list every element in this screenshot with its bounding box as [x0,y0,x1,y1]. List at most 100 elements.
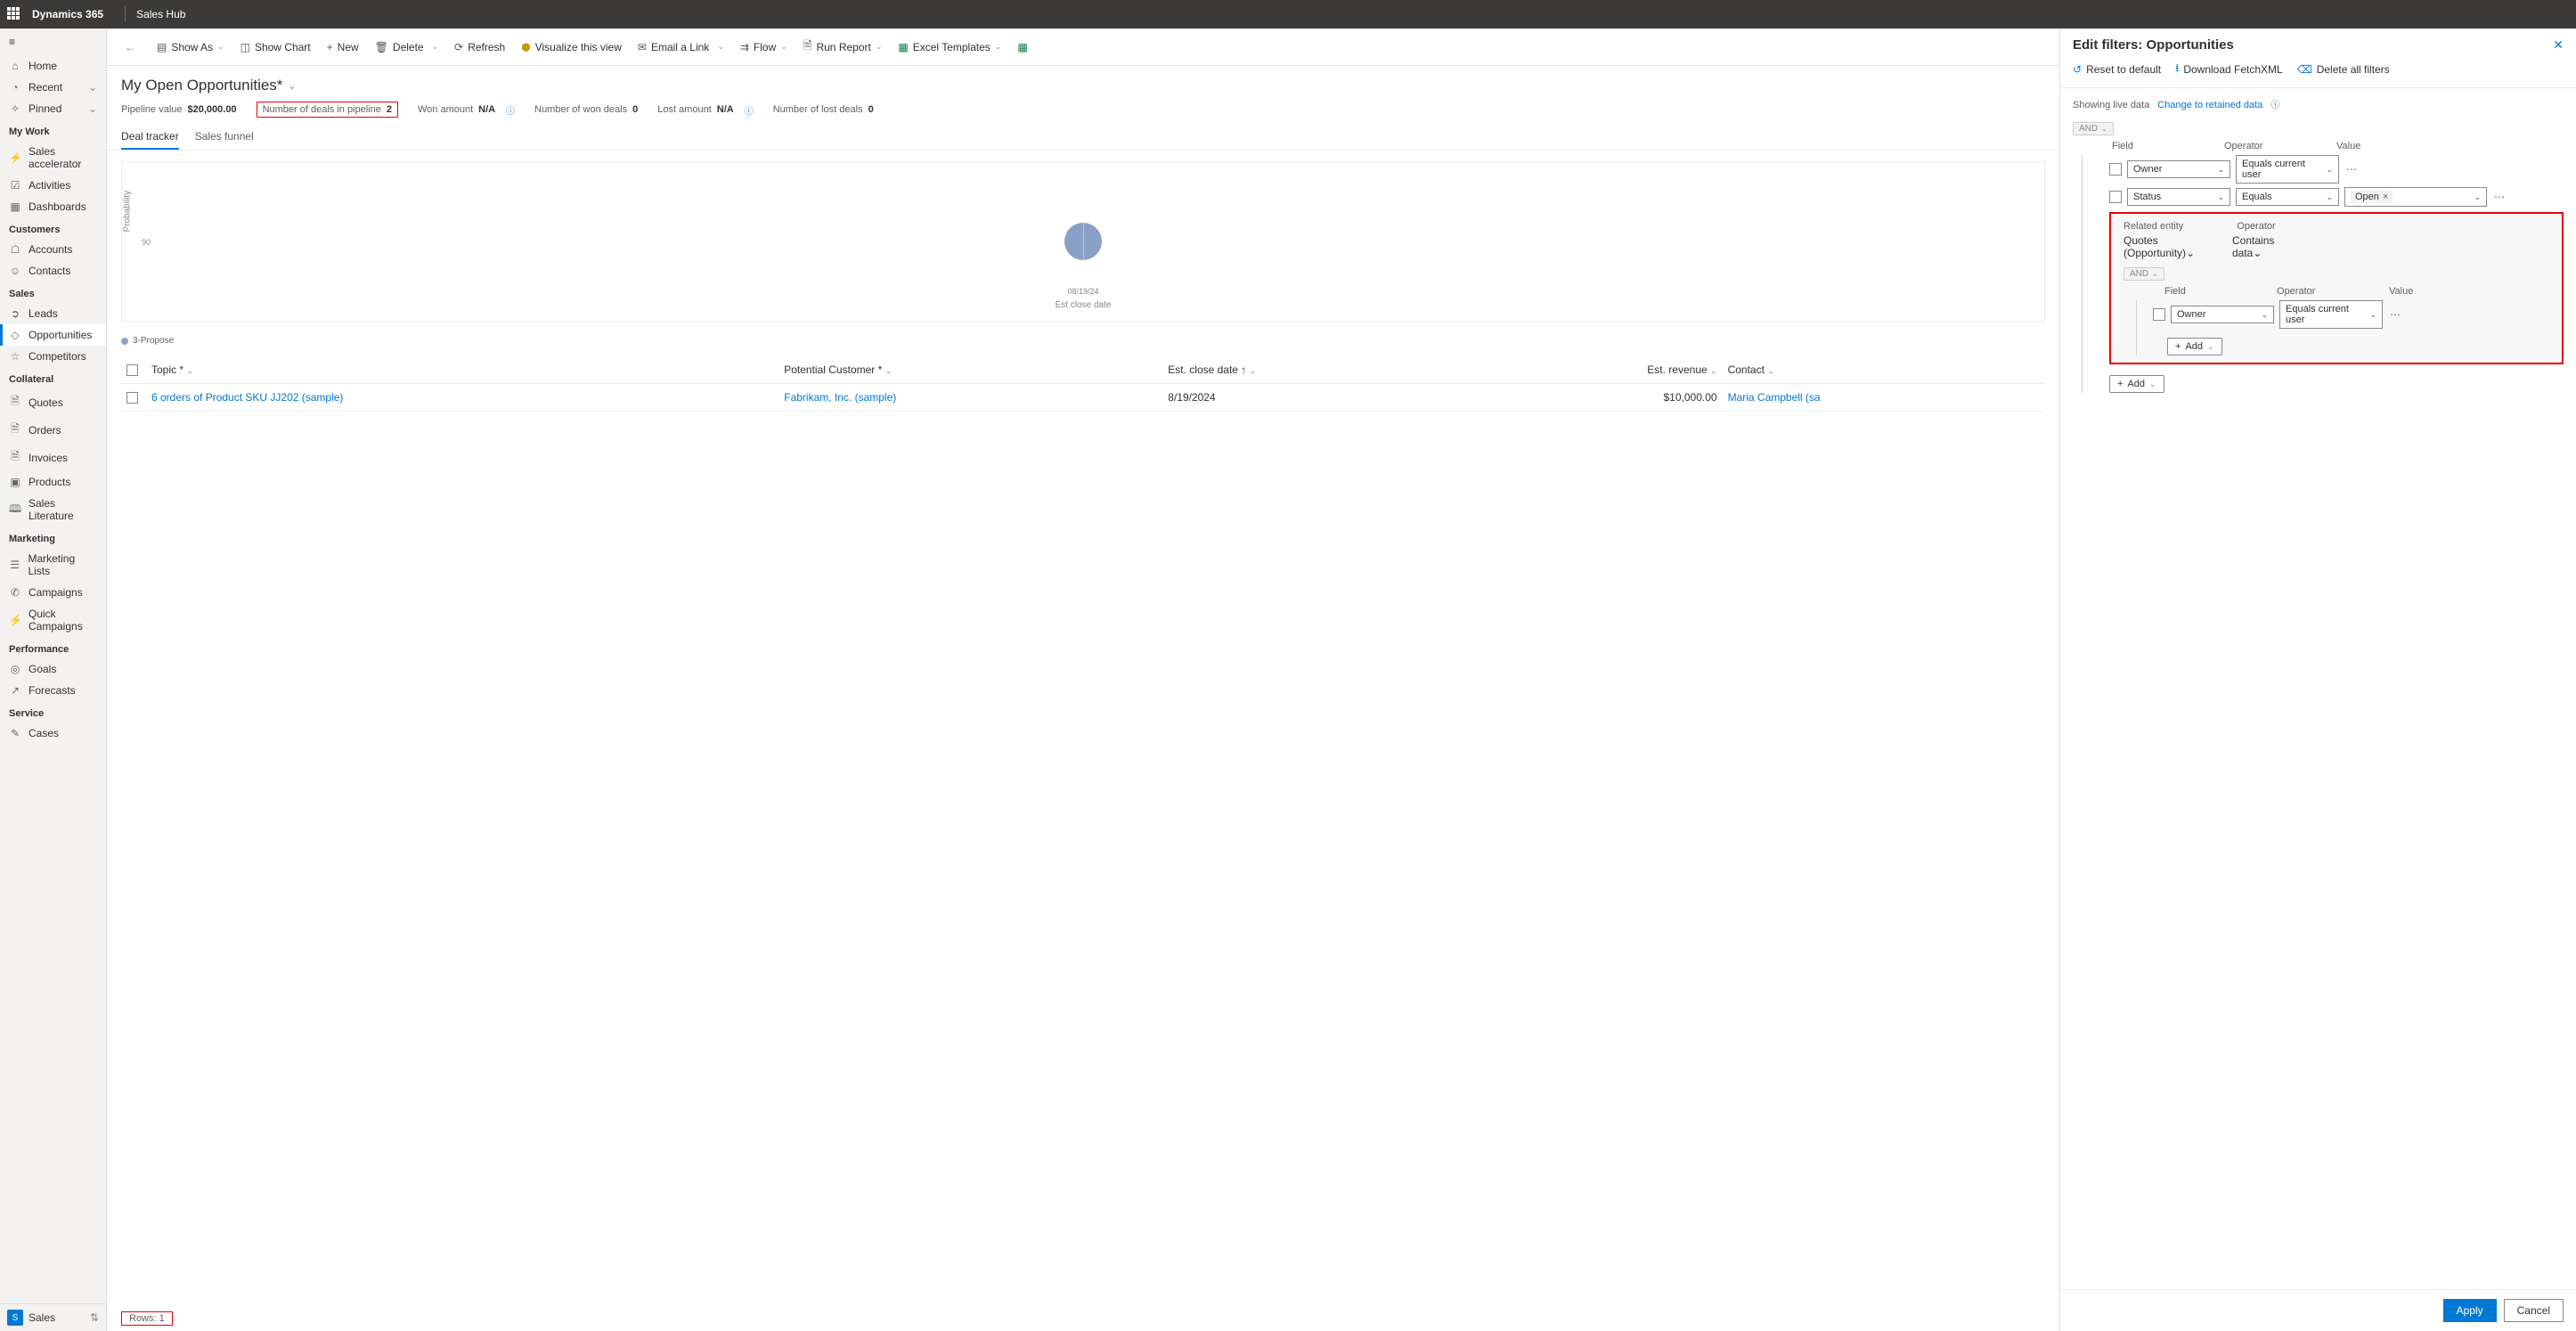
nav-dashboards[interactable]: ▦Dashboards [0,196,106,217]
operator-select[interactable]: Equals current user⌄ [2279,300,2383,329]
flow-icon: ⇉ [740,41,749,53]
operator-select[interactable]: Equals current user⌄ [2236,155,2339,184]
tab-deal-tracker[interactable]: Deal tracker [121,125,179,150]
col-est-revenue[interactable]: Est. revenue ⌄ [1471,356,1723,384]
change-to-retained-link[interactable]: Change to retained data [2157,100,2262,110]
nav-marketing-lists[interactable]: ☰Marketing Lists [0,548,106,582]
filter-checkbox[interactable] [2109,191,2122,203]
tab-sales-funnel[interactable]: Sales funnel [195,125,254,150]
info-icon[interactable]: ⓘ [506,103,515,117]
nav-recent[interactable]: ◔Recent⌄ [0,77,106,98]
chart-bubble[interactable] [1064,223,1102,260]
col-topic[interactable]: Topic * ⌄ [146,356,779,384]
metric-label: Number of lost deals [773,104,863,115]
link-topic[interactable]: 6 orders of Product SKU JJ202 (sample) [151,391,343,404]
nav-sales-accelerator[interactable]: ⚡Sales accelerator [0,141,106,175]
case-icon: ✎ [9,727,21,739]
show-chart-button[interactable]: ◫Show Chart [235,37,316,57]
email-link-button[interactable]: ✉Email a Link⌄ [632,37,730,57]
row-more-menu[interactable]: ⋯ [2388,308,2402,321]
info-icon[interactable]: ⓘ [2270,101,2279,110]
operator-select[interactable]: Equals⌄ [2236,188,2339,206]
col-potential-customer[interactable]: Potential Customer * ⌄ [779,356,1162,384]
cmd-label: Show As [171,41,213,53]
row-more-menu[interactable]: ⋯ [2344,163,2359,176]
link-contact[interactable]: Maria Campbell (sa [1728,391,1821,404]
delete-button[interactable]: 🗑Delete⌄ [370,37,444,57]
area-switcher[interactable]: S Sales ⇅ [0,1303,106,1331]
related-operator-select[interactable]: Contains data⌄ [2232,234,2295,259]
nav-goals[interactable]: ◎Goals [0,658,106,680]
group-service: Service [0,701,106,723]
table-row[interactable]: 6 orders of Product SKU JJ202 (sample) F… [121,384,2045,412]
add-filter-button[interactable]: +Add⌄ [2109,375,2164,393]
select-all-checkbox[interactable] [126,364,138,376]
nav-activities[interactable]: ☑Activities [0,175,106,196]
nav-invoices[interactable]: 🗎Invoices [0,444,106,471]
reset-to-default-button[interactable]: ↺Reset to default [2073,60,2161,78]
nav-label: Competitors [29,350,86,363]
row-more-menu[interactable]: ⋯ [2492,191,2507,203]
filter-checkbox[interactable] [2153,308,2165,321]
nav-leads[interactable]: ➲Leads [0,303,106,324]
nav-campaigns[interactable]: ✆Campaigns [0,582,106,603]
col-est-close-date[interactable]: Est. close date ↑ ⌄ [1162,356,1471,384]
value-select[interactable]: Open×⌄ [2344,187,2487,207]
info-icon[interactable]: ⓘ [745,103,754,117]
panel-close-button[interactable]: ✕ [2553,37,2564,53]
nav-orders[interactable]: 🗎Orders [0,416,106,444]
apply-button[interactable]: Apply [2443,1299,2497,1322]
remove-value-icon[interactable]: × [2383,192,2388,202]
nav-pinned[interactable]: ✧Pinned⌄ [0,98,106,119]
delete-all-filters-button[interactable]: ⌫Delete all filters [2297,60,2390,78]
visualize-button[interactable]: ⬢Visualize this view [516,37,627,57]
download-fetchxml-button[interactable]: ⭳Download FetchXML [2175,60,2283,78]
dashboard-icon: ▦ [9,200,21,213]
field-select[interactable]: Owner⌄ [2171,306,2274,323]
app-area[interactable]: Sales Hub [136,8,185,20]
nav-products[interactable]: ▣Products [0,471,106,493]
clock-icon: ◔ [9,81,21,94]
command-bar: ← ▤Show As⌄ ◫Show Chart +New 🗑Delete⌄ ⟳R… [107,29,2059,66]
chart-y-tick: 90 [142,238,151,247]
download-icon: ⭳ [2175,60,2179,78]
app-launcher-icon[interactable] [7,7,21,21]
nav-quick-campaigns[interactable]: ⚡Quick Campaigns [0,603,106,637]
forecast-icon: ↗ [9,684,21,697]
run-report-button[interactable]: 🗎Run Report⌄ [798,34,888,60]
nav-contacts[interactable]: ☺Contacts [0,260,106,282]
sidebar-collapse-button[interactable]: ≡ [0,29,106,55]
link-customer[interactable]: Fabrikam, Inc. (sample) [784,391,896,404]
flow-button[interactable]: ⇉Flow⌄ [735,37,793,57]
nav-opportunities[interactable]: ◇Opportunities [0,324,106,346]
new-button[interactable]: +New [322,37,364,57]
nav-sales-literature[interactable]: 🕮Sales Literature [0,493,106,527]
col-contact[interactable]: Contact ⌄ [1723,356,2045,384]
nested-add-button[interactable]: +Add⌄ [2167,338,2222,355]
view-title[interactable]: My Open Opportunities* ⌄ [107,66,2059,98]
chart-icon: ◫ [240,41,250,53]
chevron-down-icon: ⌄ [288,80,296,92]
excel-templates-button[interactable]: ▦Excel Templates⌄ [893,37,1007,57]
show-as-button[interactable]: ▤Show As⌄ [151,37,230,57]
nav-cases[interactable]: ✎Cases [0,723,106,744]
cancel-button[interactable]: Cancel [2504,1299,2564,1322]
nav-quotes[interactable]: 🗎Quotes [0,388,106,416]
related-entity-select[interactable]: Quotes (Opportunity)⌄ [2124,234,2227,259]
refresh-button[interactable]: ⟳Refresh [449,37,510,57]
conjunction-and[interactable]: AND⌄ [2073,122,2114,135]
field-select[interactable]: Status⌄ [2127,188,2230,206]
excel-export-button[interactable]: ▦ [1012,37,1032,57]
view-title-text: My Open Opportunities* [121,77,282,94]
back-button[interactable]: ← [119,37,141,57]
nav-competitors[interactable]: ☆Competitors [0,346,106,367]
area-label: Sales [29,1311,55,1324]
nested-conjunction-and[interactable]: AND⌄ [2124,267,2164,281]
field-select[interactable]: Owner⌄ [2127,160,2230,178]
filter-checkbox[interactable] [2109,163,2122,176]
nav-accounts[interactable]: ☖Accounts [0,239,106,260]
nav-forecasts[interactable]: ↗Forecasts [0,680,106,701]
metric-value: N/A [478,104,495,115]
nav-home[interactable]: ⌂Home [0,55,106,77]
row-checkbox[interactable] [126,392,138,404]
